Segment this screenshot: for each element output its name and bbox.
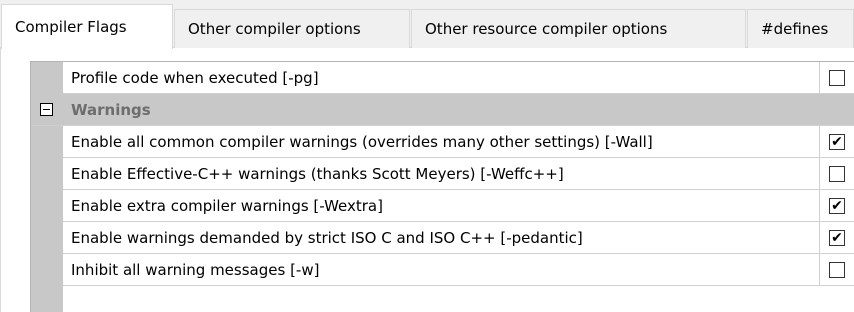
option-label: Inhibit all warning messages [-w]	[63, 254, 820, 285]
checkbox[interactable]	[829, 262, 845, 278]
checkbox[interactable]: ✔	[829, 198, 845, 214]
tab-compiler-flags[interactable]: Compiler Flags	[1, 4, 173, 49]
option-row-profile[interactable]: Profile code when executed [-pg]	[63, 62, 854, 94]
option-row-wall[interactable]: Enable all common compiler warnings (ove…	[63, 126, 854, 158]
tab-other-compiler-options[interactable]: Other compiler options	[174, 9, 410, 48]
tab-strip: Compiler Flags Other compiler options Ot…	[0, 0, 854, 49]
option-row-wextra[interactable]: Enable extra compiler warnings [-Wextra]…	[63, 190, 854, 222]
tab-label: Other resource compiler options	[425, 20, 668, 38]
checkbox[interactable]: ✔	[829, 230, 845, 246]
option-row-weffc[interactable]: Enable Effective-C++ warnings (thanks Sc…	[63, 158, 854, 190]
option-row-inhibit[interactable]: Inhibit all warning messages [-w]	[63, 254, 854, 286]
checkbox[interactable]	[829, 166, 845, 182]
option-label: Profile code when executed [-pg]	[63, 62, 820, 93]
option-label: Enable extra compiler warnings [-Wextra]	[63, 190, 820, 221]
option-row-pedantic[interactable]: Enable warnings demanded by strict ISO C…	[63, 222, 854, 254]
category-label: Warnings	[71, 101, 151, 119]
checkbox[interactable]	[829, 70, 845, 86]
checkbox[interactable]: ✔	[829, 134, 845, 150]
tab-label: #defines	[761, 20, 829, 38]
tab-other-resource-compiler-options[interactable]: Other resource compiler options	[411, 9, 746, 48]
tab-panel-compiler-flags: Profile code when executed [-pg] Warning…	[0, 48, 854, 312]
tab-label: Compiler Flags	[15, 18, 127, 36]
tab-label: Other compiler options	[188, 20, 361, 38]
option-label: Enable warnings demanded by strict ISO C…	[63, 222, 820, 253]
collapse-icon[interactable]	[40, 103, 53, 116]
property-grid: Profile code when executed [-pg] Warning…	[30, 61, 854, 312]
option-label: Enable all common compiler warnings (ove…	[63, 126, 820, 157]
category-row-warnings[interactable]: Warnings	[31, 94, 854, 126]
tab-defines[interactable]: #defines	[747, 9, 854, 48]
option-label: Enable Effective-C++ warnings (thanks Sc…	[63, 158, 820, 189]
